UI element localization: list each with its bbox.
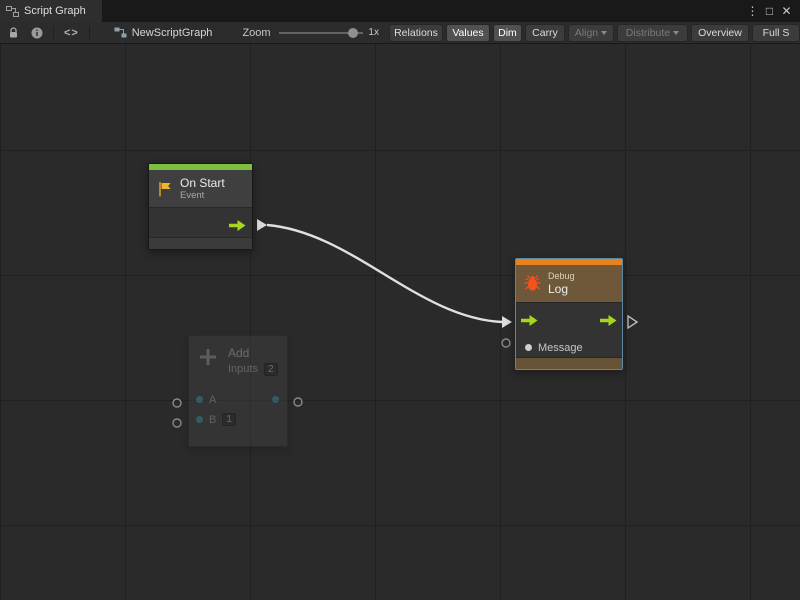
message-input-port[interactable] — [525, 344, 532, 351]
log-header: Debug Log — [516, 265, 622, 302]
log-output-indicator-triangle[interactable] — [628, 316, 637, 328]
align-button[interactable]: Align — [568, 24, 614, 42]
carry-button[interactable]: Carry — [525, 24, 565, 42]
b-input-port[interactable] — [196, 416, 203, 423]
graph-toolbar: <> NewScriptGraph Zoom 1x Relations Valu… — [0, 22, 800, 44]
add-output-port-indicator-circle[interactable] — [294, 398, 302, 406]
on-start-subtitle: Event — [180, 190, 225, 201]
toolbar-separator — [53, 26, 54, 39]
relations-button[interactable]: Relations — [389, 24, 443, 42]
graph-name-button[interactable]: NewScriptGraph — [114, 26, 213, 39]
on-start-body — [149, 207, 252, 237]
code-icon[interactable]: <> — [62, 22, 81, 44]
on-start-title: On Start — [180, 176, 225, 190]
bug-icon — [523, 274, 542, 293]
log-message-port-indicator-circle[interactable] — [502, 339, 510, 347]
wire-onstart-to-log[interactable] — [267, 225, 502, 322]
distribute-label: Distribute — [626, 27, 670, 39]
add-port-row-a: A — [189, 390, 287, 410]
wire-end-arrow — [502, 316, 512, 328]
close-icon[interactable]: ✕ — [778, 0, 795, 22]
b-value-field[interactable]: 1 — [222, 413, 236, 426]
a-input-port[interactable] — [196, 396, 203, 403]
add-inputs-value-field[interactable]: 2 — [264, 363, 278, 376]
node-log[interactable]: Debug Log Message — [515, 258, 623, 370]
add-port-row-b: B 1 — [189, 410, 287, 430]
align-label: Align — [575, 27, 598, 39]
distribute-button[interactable]: Distribute — [617, 24, 688, 42]
log-message-port-row: Message — [516, 337, 622, 358]
add-inputs-label: Inputs — [228, 363, 258, 376]
zoom-slider[interactable] — [279, 27, 364, 39]
titlebar: Script Graph ⋮ □ ✕ — [0, 0, 800, 22]
chevron-down-icon — [601, 31, 607, 35]
script-graph-icon — [6, 5, 19, 18]
flag-icon — [156, 180, 174, 198]
node-on-start[interactable]: On Start Event — [148, 163, 253, 250]
wire-layer — [0, 44, 800, 600]
add-b-port-indicator-circle[interactable] — [173, 419, 181, 427]
log-flow-port-row — [516, 303, 622, 337]
log-category: Debug — [548, 271, 575, 282]
a-port-label: A — [209, 394, 216, 406]
zoom-value: 1x — [368, 27, 379, 38]
kebab-menu-icon[interactable]: ⋮ — [744, 0, 761, 22]
chevron-down-icon — [673, 31, 679, 35]
tab-script-graph[interactable]: Script Graph — [0, 0, 102, 22]
zoom-slider-handle[interactable] — [348, 28, 358, 38]
graph-asset-icon — [114, 26, 127, 39]
toolbar-buttons: Relations Values Dim Carry Align Distrib… — [389, 24, 800, 42]
toolbar-separator — [89, 26, 90, 39]
info-icon[interactable] — [29, 22, 45, 44]
graph-name-label: NewScriptGraph — [132, 27, 213, 39]
add-a-port-indicator-circle[interactable] — [173, 399, 181, 407]
window-controls: ⋮ □ ✕ — [744, 0, 800, 22]
log-title: Log — [548, 282, 575, 296]
maximize-icon[interactable]: □ — [761, 0, 778, 22]
trigger-output-port[interactable] — [600, 315, 617, 326]
log-body: Message — [516, 302, 622, 357]
dim-button[interactable]: Dim — [493, 24, 522, 42]
trigger-input-port[interactable] — [521, 315, 538, 326]
values-button[interactable]: Values — [446, 24, 490, 42]
lock-icon[interactable] — [6, 22, 21, 44]
tab-title: Script Graph — [24, 5, 86, 17]
node-add-dimmed[interactable]: Add Inputs 2 A B 1 — [188, 335, 288, 447]
b-port-label: B — [209, 414, 216, 426]
onstart-output-connection-arrow[interactable] — [257, 219, 267, 231]
add-header: Add Inputs 2 — [189, 336, 287, 377]
overview-button[interactable]: Overview — [691, 24, 749, 42]
add-ports: A B 1 — [189, 390, 287, 430]
message-port-label: Message — [538, 342, 583, 354]
plus-icon — [197, 346, 219, 368]
unity-script-graph-window: Script Graph ⋮ □ ✕ <> — [0, 0, 800, 600]
on-start-footer — [149, 237, 252, 249]
trigger-output-port[interactable] — [229, 220, 246, 231]
sum-output-port[interactable] — [272, 396, 279, 403]
fullscreen-button[interactable]: Full S — [752, 24, 800, 42]
on-start-header: On Start Event — [149, 170, 252, 207]
zoom-label: Zoom — [242, 27, 270, 39]
graph-canvas[interactable]: On Start Event — [0, 44, 800, 600]
add-title: Add — [228, 346, 278, 360]
log-footer — [516, 357, 622, 369]
